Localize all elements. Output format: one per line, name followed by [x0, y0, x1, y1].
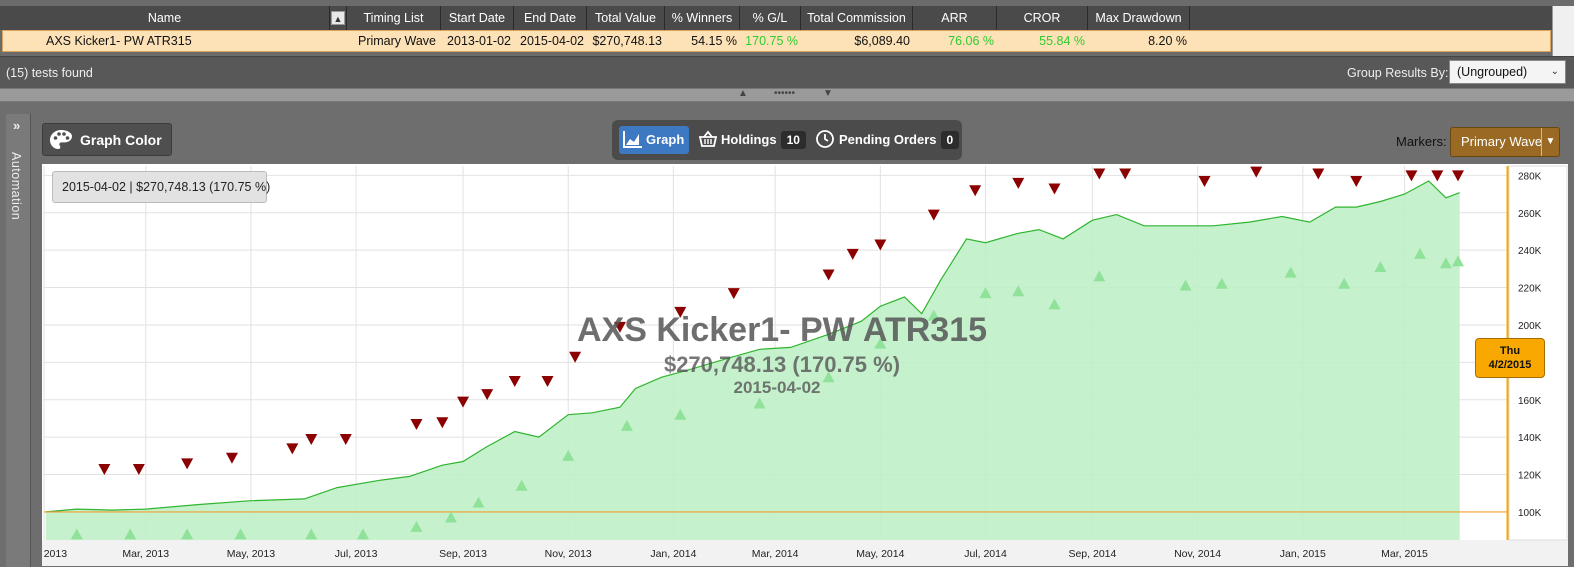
column-header-timing[interactable]: Timing List: [347, 6, 441, 30]
tab-pending-orders[interactable]: Pending Orders 0: [815, 126, 960, 154]
results-status-bar: [0, 56, 1574, 89]
group-results-value: (Ungrouped): [1457, 65, 1528, 79]
view-tabs: Graph Holdings 10 Pending Orders 0: [612, 120, 962, 160]
clock-icon: [816, 130, 834, 148]
x-tick-label: Jan, 2013: [42, 548, 67, 560]
column-header-arr[interactable]: ARR: [913, 6, 997, 30]
markers-dropdown[interactable]: Primary Wave ▼: [1450, 127, 1560, 157]
y-tick-label: 100K: [1518, 508, 1542, 519]
panel-splitter[interactable]: ▲ •••••• ▼: [0, 88, 1574, 102]
drag-handle-icon[interactable]: ••••••: [774, 88, 795, 99]
current-day-label: Thu: [1499, 345, 1521, 357]
dropdown-arrow-icon[interactable]: ▼: [1541, 128, 1559, 156]
graph-color-button[interactable]: Graph Color: [42, 123, 172, 156]
cell-arr: 76.06 %: [948, 34, 994, 48]
expand-icon[interactable]: »: [13, 118, 20, 133]
cell-winners: 54.15 %: [691, 34, 737, 48]
holdings-count-badge: 10: [780, 131, 806, 149]
basket-icon: [698, 130, 718, 147]
x-tick-label: Mar, 2015: [1381, 548, 1428, 560]
y-tick-label: 200K: [1518, 321, 1542, 332]
column-header-drawdown[interactable]: Max Drawdown: [1088, 6, 1190, 30]
x-tick-label: Jan, 2014: [650, 548, 696, 560]
x-tick-label: May, 2014: [856, 548, 904, 560]
group-results-select[interactable]: (Ungrouped) ⌄: [1449, 60, 1566, 84]
x-tick-label: Mar, 2013: [122, 548, 169, 560]
tests-found-text: (15) tests found: [6, 66, 93, 80]
column-header-name[interactable]: Name: [0, 6, 330, 30]
group-results-label: Group Results By:: [1347, 66, 1449, 80]
y-tick-label: 140K: [1518, 433, 1542, 444]
cell-total: $270,748.13: [592, 34, 662, 48]
x-tick-label: Nov, 2014: [1174, 548, 1221, 560]
column-header-winners[interactable]: % Winners: [665, 6, 740, 30]
chart-tooltip: 2015-04-02 | $270,748.13 (170.75 %): [52, 171, 270, 203]
y-tick-label: 160K: [1518, 396, 1542, 407]
automation-side-rail[interactable]: » Automation: [6, 114, 31, 567]
cell-cror: 55.84 %: [1039, 34, 1085, 48]
cell-start: 2013-01-02: [447, 34, 511, 48]
x-tick-label: Jul, 2013: [335, 548, 378, 560]
tab-graph[interactable]: Graph: [619, 126, 689, 154]
current-date-marker[interactable]: Thu 4/2/2015: [1475, 338, 1545, 378]
x-tick-label: Jul, 2014: [964, 548, 1007, 560]
tab-graph-label: Graph: [646, 132, 685, 147]
x-tick-label: Jan, 2015: [1280, 548, 1326, 560]
chart-title: AXS Kicker1- PW ATR315: [577, 311, 987, 349]
area-chart-icon: [623, 131, 642, 148]
x-tick-label: Sep, 2014: [1068, 548, 1116, 560]
y-tick-label: 120K: [1518, 471, 1542, 482]
chart-date-label: 2015-04-02: [734, 378, 821, 397]
column-header-commission[interactable]: Total Commission: [801, 6, 913, 30]
collapse-up-icon[interactable]: ▲: [738, 88, 748, 99]
cell-end: 2015-04-02: [520, 34, 584, 48]
column-header-end[interactable]: End Date: [514, 6, 587, 30]
cell-gl: 170.75 %: [745, 34, 798, 48]
y-tick-label: 260K: [1518, 209, 1542, 220]
results-grid-header: Name ▲ Timing List Start Date End Date Total …: [0, 6, 1552, 30]
grid-scrollbar[interactable]: [1552, 6, 1574, 56]
automation-label[interactable]: Automation: [9, 152, 23, 220]
cell-drawdown: 8.20 %: [1148, 34, 1187, 48]
column-header-cror[interactable]: CROR: [997, 6, 1088, 30]
x-tick-label: Sep, 2013: [439, 548, 487, 560]
results-row[interactable]: AXS Kicker1- PW ATR315 Primary Wave 2013-0…: [2, 30, 1551, 52]
equity-chart[interactable]: Jan, 2013 Mar, 2013 May, 2013 Jul, 2013 Sep,…: [42, 164, 1568, 566]
tab-holdings-label: Holdings: [721, 132, 777, 147]
current-date-label: 4/2/2015: [1488, 359, 1532, 371]
column-header-sort[interactable]: ▲: [330, 6, 347, 30]
column-header-start[interactable]: Start Date: [441, 6, 514, 30]
tab-holdings[interactable]: Holdings 10: [698, 126, 806, 154]
cell-sort: [333, 31, 350, 51]
sort-ascending-icon[interactable]: ▲: [331, 11, 345, 25]
chevron-down-icon: ⌄: [1550, 66, 1559, 77]
graph-color-label: Graph Color: [80, 132, 162, 148]
markers-value: Primary Wave: [1461, 134, 1543, 149]
tab-pending-orders-label: Pending Orders: [839, 132, 937, 147]
column-header-gl[interactable]: % G/L: [740, 6, 801, 30]
cell-timing: Primary Wave: [357, 34, 436, 48]
y-tick-label: 220K: [1518, 284, 1542, 295]
x-tick-label: Mar, 2014: [752, 548, 799, 560]
x-tick-label: Nov, 2013: [545, 548, 592, 560]
cell-name: AXS Kicker1- PW ATR315: [46, 34, 192, 48]
x-tick-label: May, 2013: [227, 548, 275, 560]
palette-icon: [50, 130, 72, 149]
column-header-total[interactable]: Total Value: [587, 6, 665, 30]
y-tick-label: 280K: [1518, 171, 1542, 182]
y-tick-label: 240K: [1518, 246, 1542, 257]
cell-commission: $6,089.40: [854, 34, 910, 48]
markers-label: Markers:: [1396, 134, 1447, 149]
pending-orders-count-badge: 0: [940, 131, 960, 149]
collapse-down-icon[interactable]: ▼: [823, 88, 833, 99]
chart-subtitle: $270,748.13 (170.75 %): [664, 352, 900, 377]
